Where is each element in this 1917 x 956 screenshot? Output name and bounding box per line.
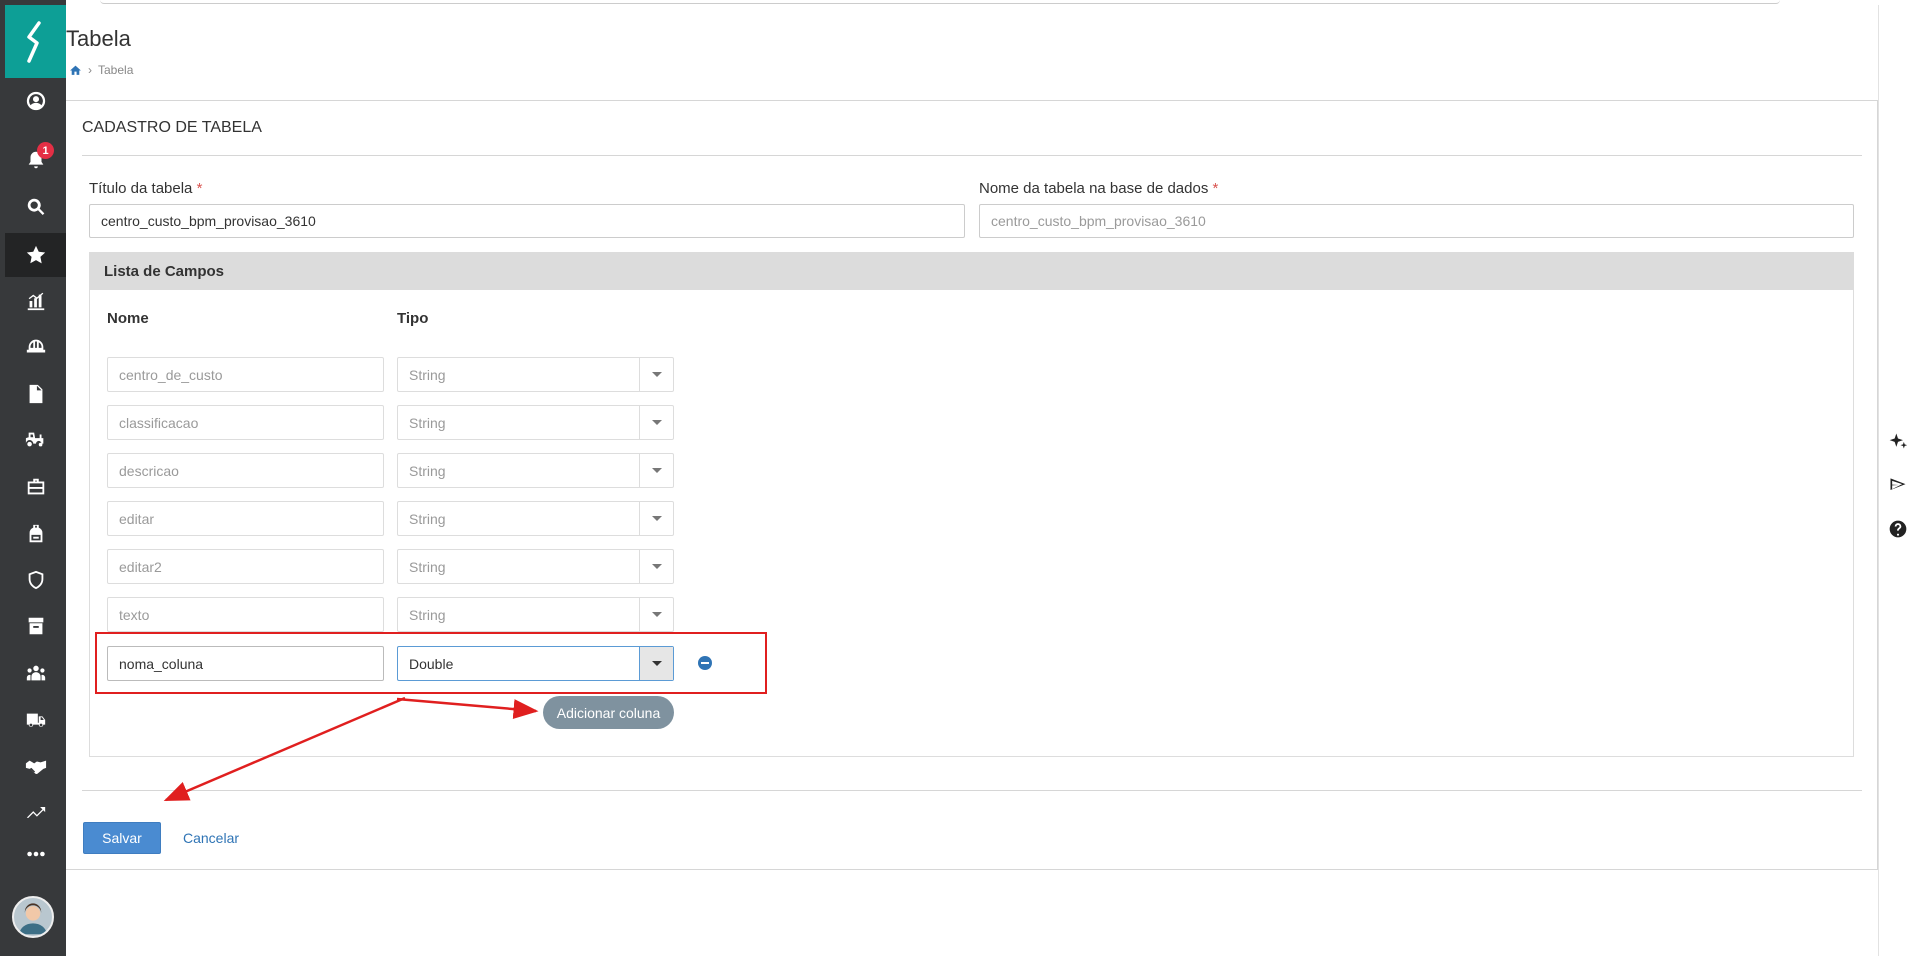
- chevron-down-icon[interactable]: [639, 550, 673, 583]
- field-name-input[interactable]: classificacao: [107, 405, 384, 440]
- field-type-select[interactable]: String: [397, 357, 674, 392]
- home-icon[interactable]: [69, 64, 82, 77]
- nome-base-input[interactable]: centro_custo_bpm_provisao_3610: [979, 204, 1854, 238]
- user-avatar[interactable]: [12, 896, 54, 938]
- handshake-icon[interactable]: [5, 745, 66, 789]
- chevron-down-icon[interactable]: [639, 358, 673, 391]
- user-icon[interactable]: [5, 79, 66, 123]
- lista-campos-header: Lista de Campos: [89, 252, 1854, 290]
- page-title: Tabela: [66, 26, 131, 51]
- sparkle-icon[interactable]: [1888, 431, 1908, 451]
- trend-icon[interactable]: [5, 791, 66, 835]
- field-type-select[interactable]: String: [397, 549, 674, 584]
- announcement-icon[interactable]: [1888, 475, 1908, 495]
- field-type-select[interactable]: String: [397, 501, 674, 536]
- save-button[interactable]: Salvar: [83, 822, 161, 854]
- sidebar: 1: [0, 0, 66, 956]
- footer-divider: [82, 790, 1862, 791]
- breadcrumb: › Tabela: [69, 63, 133, 77]
- chevron-down-icon[interactable]: [639, 454, 673, 487]
- breadcrumb-separator-icon: ›: [88, 63, 92, 77]
- title-divider: [82, 155, 1862, 156]
- panel-title: CADASTRO DE TABELA: [82, 119, 262, 136]
- field-name-input[interactable]: editar2: [107, 549, 384, 584]
- titulo-input[interactable]: centro_custo_bpm_provisao_3610: [89, 204, 965, 238]
- logo-icon: [26, 20, 41, 63]
- tractor-icon[interactable]: [5, 418, 66, 462]
- shield-icon[interactable]: [5, 558, 66, 602]
- notification-badge: 1: [37, 142, 54, 159]
- bell-icon[interactable]: 1: [5, 138, 66, 182]
- helmet-icon[interactable]: [5, 325, 66, 369]
- app-logo[interactable]: [5, 5, 66, 78]
- add-column-button[interactable]: Adicionar coluna: [543, 696, 674, 729]
- star-icon[interactable]: [5, 233, 66, 277]
- top-scroll-edge: [100, 0, 1780, 4]
- annotation-highlight-box: [95, 632, 767, 694]
- field-name-input[interactable]: editar: [107, 501, 384, 536]
- col-tipo-header: Tipo: [397, 310, 429, 327]
- titulo-label: Título da tabela *: [89, 180, 203, 197]
- breadcrumb-current: Tabela: [98, 63, 134, 77]
- field-name-input[interactable]: centro_de_custo: [107, 357, 384, 392]
- field-name-input[interactable]: texto: [107, 597, 384, 632]
- archive-icon[interactable]: [5, 604, 66, 648]
- right-utility-strip: [1878, 5, 1917, 956]
- document-icon[interactable]: [5, 372, 66, 416]
- more-icon[interactable]: [5, 849, 66, 859]
- field-type-select[interactable]: String: [397, 597, 674, 632]
- chevron-down-icon[interactable]: [639, 502, 673, 535]
- nome-base-label: Nome da tabela na base de dados *: [979, 180, 1219, 197]
- chart-icon[interactable]: [5, 279, 66, 323]
- chevron-down-icon[interactable]: [639, 406, 673, 439]
- briefcase-icon[interactable]: [5, 465, 66, 509]
- field-type-select[interactable]: String: [397, 453, 674, 488]
- search-icon[interactable]: [5, 185, 66, 229]
- help-icon[interactable]: [1888, 519, 1908, 539]
- col-nome-header: Nome: [107, 310, 149, 327]
- field-type-select[interactable]: String: [397, 405, 674, 440]
- backpack-icon[interactable]: [5, 512, 66, 556]
- cancel-link[interactable]: Cancelar: [183, 830, 239, 846]
- field-name-input[interactable]: descricao: [107, 453, 384, 488]
- chevron-down-icon[interactable]: [639, 598, 673, 631]
- truck-icon[interactable]: [5, 698, 66, 742]
- team-icon[interactable]: [5, 651, 66, 695]
